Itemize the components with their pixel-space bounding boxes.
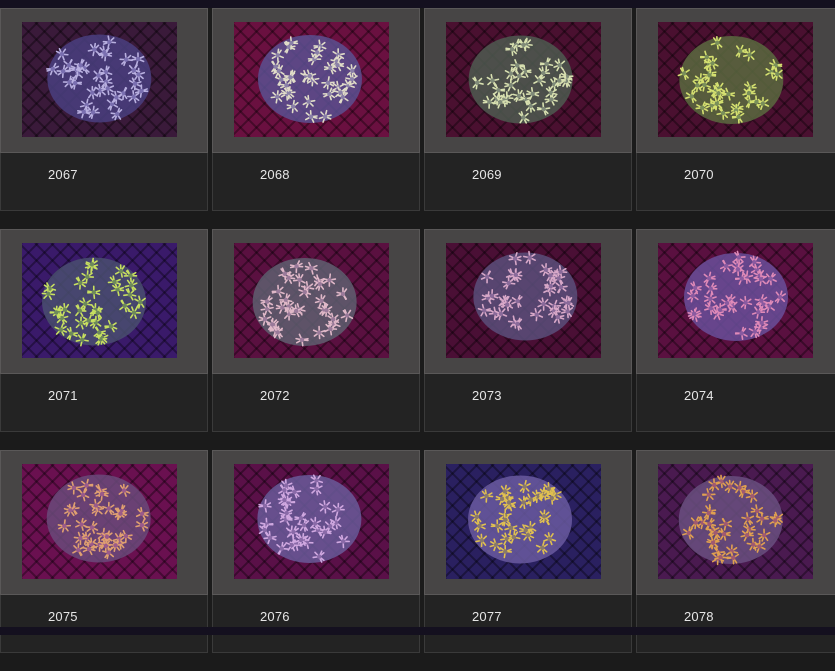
gallery-item[interactable]: 2072 (212, 229, 420, 450)
item-number: 2071 (48, 388, 78, 403)
gallery-item[interactable]: 2074 (636, 229, 835, 450)
gallery-item[interactable]: 2068 (212, 8, 420, 229)
item-number: 2076 (260, 609, 290, 624)
item-number: 2078 (684, 609, 714, 624)
coral-photo[interactable] (658, 243, 813, 358)
item-number: 2072 (260, 388, 290, 403)
thumbnail-frame (212, 229, 420, 374)
caption-box: 2075 (0, 595, 208, 653)
gallery-item[interactable]: 2070 (636, 8, 835, 229)
item-number: 2070 (684, 167, 714, 182)
caption-box: 2067 (0, 153, 208, 211)
thumbnail-frame (0, 8, 208, 153)
caption-box: 2072 (212, 374, 420, 432)
caption-box: 2073 (424, 374, 632, 432)
gallery-item[interactable]: 2069 (424, 8, 632, 229)
caption-box: 2078 (636, 595, 835, 653)
item-number: 2075 (48, 609, 78, 624)
coral-photo[interactable] (22, 243, 177, 358)
item-number: 2069 (472, 167, 502, 182)
top-bar (0, 0, 835, 8)
gallery-item[interactable]: 2067 (0, 8, 208, 229)
coral-photo[interactable] (446, 464, 601, 579)
caption-box: 2070 (636, 153, 835, 211)
thumbnail-frame (424, 450, 632, 595)
item-number: 2067 (48, 167, 78, 182)
caption-box: 2069 (424, 153, 632, 211)
gallery-item[interactable]: 2075 (0, 450, 208, 671)
coral-photo[interactable] (234, 22, 389, 137)
item-number: 2074 (684, 388, 714, 403)
caption-box: 2068 (212, 153, 420, 211)
bottom-bar (0, 627, 835, 635)
gallery-item[interactable]: 2073 (424, 229, 632, 450)
caption-box: 2077 (424, 595, 632, 653)
gallery-item[interactable]: 2071 (0, 229, 208, 450)
item-number: 2068 (260, 167, 290, 182)
thumbnail-frame (0, 450, 208, 595)
coral-photo[interactable] (658, 22, 813, 137)
coral-photo[interactable] (22, 464, 177, 579)
item-number: 2077 (472, 609, 502, 624)
coral-photo[interactable] (446, 243, 601, 358)
coral-photo[interactable] (446, 22, 601, 137)
thumbnail-frame (636, 8, 835, 153)
caption-box: 2074 (636, 374, 835, 432)
thumbnail-frame (212, 8, 420, 153)
thumbnail-frame (636, 229, 835, 374)
caption-box: 2076 (212, 595, 420, 653)
thumbnail-frame (212, 450, 420, 595)
gallery-item[interactable]: 2078 (636, 450, 835, 671)
gallery-grid: 2067 2068 2069 2070 2071 (0, 8, 835, 635)
thumbnail-frame (424, 229, 632, 374)
coral-photo[interactable] (658, 464, 813, 579)
thumbnail-frame (424, 8, 632, 153)
coral-photo[interactable] (234, 464, 389, 579)
thumbnail-frame (0, 229, 208, 374)
gallery-item[interactable]: 2077 (424, 450, 632, 671)
gallery-item[interactable]: 2076 (212, 450, 420, 671)
item-number: 2073 (472, 388, 502, 403)
thumbnail-frame (636, 450, 835, 595)
coral-photo[interactable] (234, 243, 389, 358)
coral-photo[interactable] (22, 22, 177, 137)
caption-box: 2071 (0, 374, 208, 432)
